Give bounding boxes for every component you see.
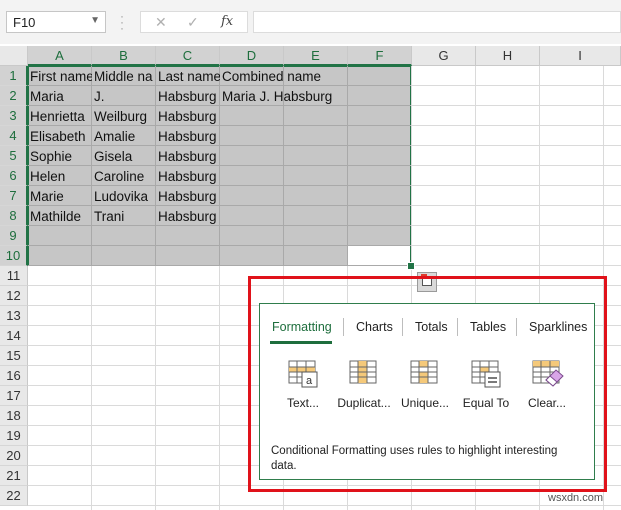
column-header-c[interactable]: C (156, 46, 220, 66)
unique-values-icon (410, 360, 438, 384)
cell-b7[interactable]: Ludovika (92, 186, 156, 206)
row-header[interactable]: 21 (0, 466, 28, 486)
option-label: Duplicat... (337, 396, 391, 410)
row-header[interactable]: 10 (0, 246, 28, 266)
chevron-down-icon[interactable]: ▼ (90, 15, 100, 26)
column-header-e[interactable]: E (284, 46, 348, 66)
option-equal-to[interactable]: Equal To (457, 360, 515, 416)
row-header[interactable]: 6 (0, 166, 28, 186)
row-header[interactable]: 15 (0, 346, 28, 366)
column-header-b[interactable]: B (92, 46, 156, 66)
column-header-h[interactable]: H (476, 46, 540, 66)
option-duplicate-values[interactable]: Duplicat... (335, 360, 393, 416)
option-label: Text... (286, 396, 319, 410)
tab-tables[interactable]: Tables (470, 320, 506, 334)
text-contains-icon: a (288, 360, 318, 388)
cell-c7[interactable]: Habsburg (156, 186, 220, 206)
tab-divider (457, 318, 458, 336)
option-label: Equal To (462, 396, 510, 410)
row-header[interactable]: 19 (0, 426, 28, 446)
row-header[interactable]: 18 (0, 406, 28, 426)
cell-b2[interactable]: J. (92, 86, 156, 106)
row-header[interactable]: 20 (0, 446, 28, 466)
cell-b3[interactable]: Weilburg (92, 106, 156, 126)
column-header-i[interactable]: I (540, 46, 621, 66)
row-header[interactable]: 14 (0, 326, 28, 346)
cell-c3[interactable]: Habsburg (156, 106, 220, 126)
row-header[interactable]: 5 (0, 146, 28, 166)
active-tab-indicator (270, 341, 332, 344)
select-all-corner[interactable] (0, 46, 28, 66)
cell-b5[interactable]: Gisela (92, 146, 156, 166)
column-header-a[interactable]: A (28, 46, 92, 66)
tab-divider (402, 318, 403, 336)
duplicate-values-icon (349, 360, 377, 384)
option-clear-format[interactable]: Clear... (518, 360, 576, 416)
row-header[interactable]: 17 (0, 386, 28, 406)
cell-c8[interactable]: Habsburg (156, 206, 220, 226)
formula-input[interactable] (253, 11, 621, 33)
clear-format-icon (532, 360, 564, 387)
tab-sparklines[interactable]: Sparklines (529, 320, 587, 334)
cell-a2[interactable]: Maria (28, 86, 92, 106)
option-label: Unique... (400, 396, 450, 410)
row-header[interactable]: 11 (0, 266, 28, 286)
svg-text:a: a (306, 375, 313, 387)
cell-a1[interactable]: First name (28, 66, 92, 86)
tab-formatting[interactable]: Formatting (272, 320, 332, 334)
option-unique-values[interactable]: Unique... (396, 360, 454, 416)
row-header[interactable]: 4 (0, 126, 28, 146)
quick-analysis-panel: Formatting Charts Totals Tables Sparklin… (259, 303, 595, 480)
row-header[interactable]: 22 (0, 486, 28, 506)
row-header[interactable]: 7 (0, 186, 28, 206)
cell-a4[interactable]: Elisabeth (28, 126, 92, 146)
name-box-value: F10 (13, 15, 36, 30)
cell-a8[interactable]: Mathilde (28, 206, 92, 226)
panel-description: Conditional Formatting uses rules to hig… (271, 445, 558, 472)
tab-divider (516, 318, 517, 336)
cell-c1[interactable]: Last name (156, 66, 220, 86)
name-box[interactable]: F10 ▼ (6, 11, 106, 33)
cell-d1[interactable]: Combined name (220, 66, 348, 86)
watermark: wsxdn.com (548, 492, 604, 504)
cell-b6[interactable]: Caroline (92, 166, 156, 186)
equal-to-icon (471, 360, 501, 388)
cell-c2[interactable]: Habsburg (156, 86, 220, 106)
row-header[interactable]: 16 (0, 366, 28, 386)
cell-c6[interactable]: Habsburg (156, 166, 220, 186)
row-header[interactable]: 2 (0, 86, 28, 106)
tab-totals[interactable]: Totals (415, 320, 448, 334)
fill-handle[interactable] (407, 262, 415, 270)
active-cell-f10[interactable] (348, 246, 410, 265)
row-header[interactable]: 12 (0, 286, 28, 306)
row-header[interactable]: 13 (0, 306, 28, 326)
row-header[interactable]: 9 (0, 226, 28, 246)
formula-buttons: ✕ ✓ fx (140, 11, 248, 33)
row-header[interactable]: 1 (0, 66, 28, 86)
cell-c4[interactable]: Habsburg (156, 126, 220, 146)
option-label: Clear... (527, 396, 566, 410)
option-text-contains[interactable]: a Text... (274, 360, 332, 416)
cell-a7[interactable]: Marie (28, 186, 92, 206)
cancel-icon[interactable]: ✕ (155, 14, 167, 31)
cell-a3[interactable]: Henrietta (28, 106, 92, 126)
tab-divider (343, 318, 344, 336)
row-header[interactable]: 3 (0, 106, 28, 126)
column-header-d[interactable]: D (220, 46, 284, 66)
enter-icon[interactable]: ✓ (187, 14, 199, 31)
cell-b1[interactable]: Middle na (92, 66, 156, 86)
formula-bar: F10 ▼ · · · ✕ ✓ fx (0, 0, 621, 44)
drag-handle-icon[interactable]: · · · (120, 10, 124, 34)
column-header-g[interactable]: G (412, 46, 476, 66)
insert-function-icon[interactable]: fx (221, 14, 233, 29)
tab-charts[interactable]: Charts (356, 320, 393, 334)
column-header-f[interactable]: F (348, 46, 412, 66)
cell-b8[interactable]: Trani (92, 206, 156, 226)
cell-a5[interactable]: Sophie (28, 146, 92, 166)
cell-a6[interactable]: Helen (28, 166, 92, 186)
cell-b4[interactable]: Amalie (92, 126, 156, 146)
row-header[interactable]: 8 (0, 206, 28, 226)
cell-c5[interactable]: Habsburg (156, 146, 220, 166)
cell-d2[interactable]: Maria J. Habsburg (220, 86, 348, 106)
